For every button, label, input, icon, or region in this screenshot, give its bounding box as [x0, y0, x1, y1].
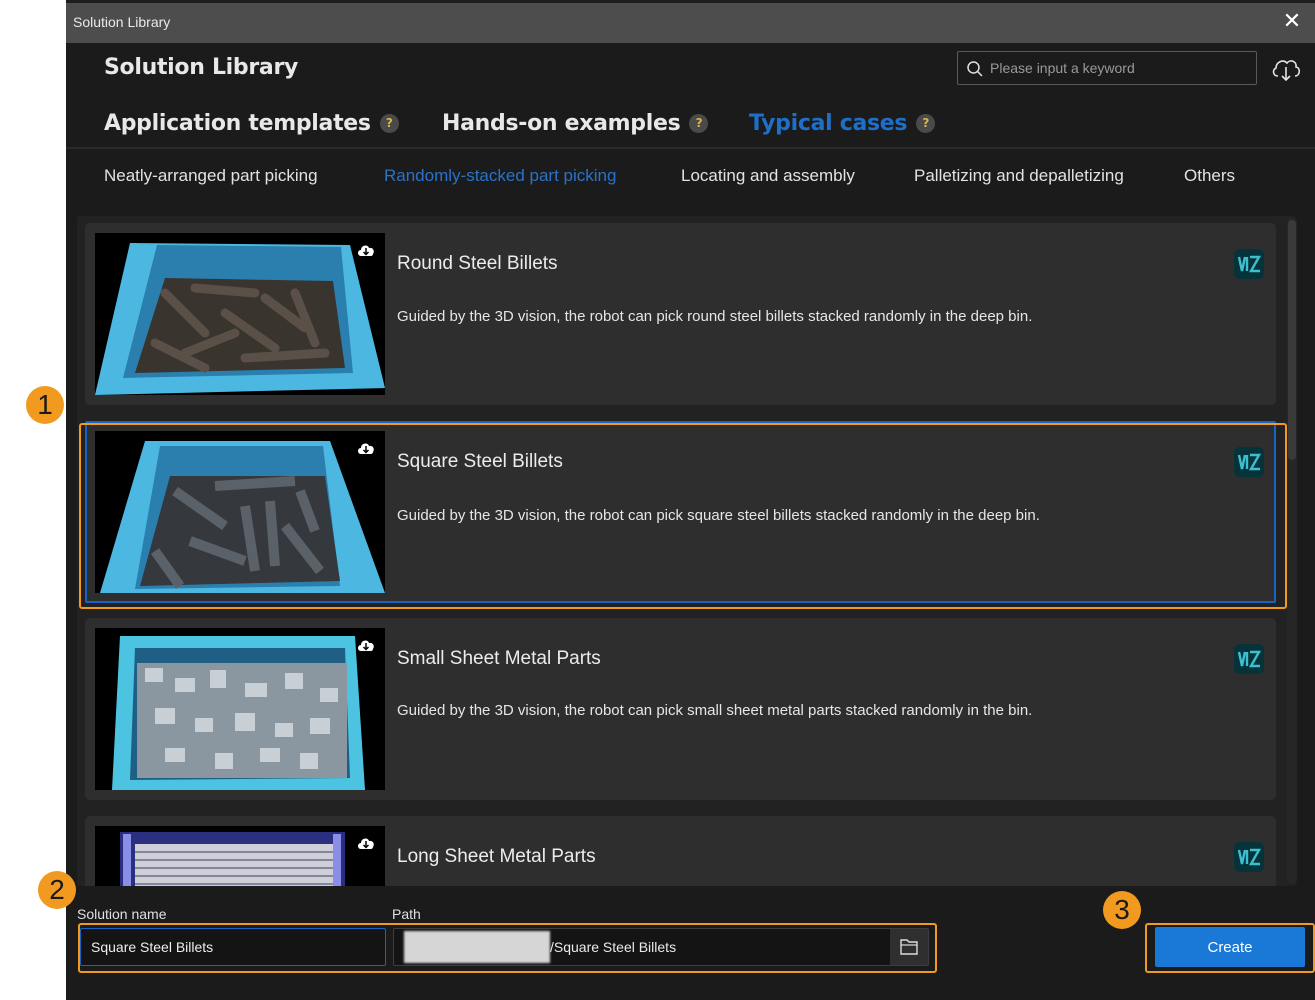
- case-title: Round Steel Billets: [397, 253, 558, 274]
- download-icon[interactable]: [357, 638, 375, 654]
- bin-image: [95, 826, 385, 886]
- divider: [66, 147, 1315, 149]
- subtab-others[interactable]: Others: [1184, 166, 1235, 192]
- case-card-square-steel-billets[interactable]: Square Steel Billets Guided by the 3D vi…: [85, 421, 1276, 603]
- case-thumbnail: [95, 628, 385, 790]
- tab-label: Hands-on examples: [442, 110, 681, 136]
- callout-badge-2: 2: [38, 871, 76, 909]
- case-title: Square Steel Billets: [397, 451, 563, 472]
- case-description: Guided by the 3D vision, the robot can p…: [397, 702, 1033, 719]
- case-card-long-sheet-metal[interactable]: Long Sheet Metal Parts: [85, 816, 1276, 886]
- callout-badge-1: 1: [26, 386, 64, 424]
- download-icon[interactable]: [357, 836, 375, 852]
- subtab-neatly-arranged[interactable]: Neatly-arranged part picking: [104, 166, 384, 192]
- tab-label: Typical cases: [749, 110, 908, 136]
- download-icon[interactable]: [357, 243, 375, 259]
- solution-name-label: Solution name: [77, 906, 167, 922]
- solution-name-input[interactable]: [80, 928, 386, 966]
- search-box[interactable]: [957, 51, 1257, 85]
- redacted-path: [404, 931, 550, 963]
- case-description: Guided by the 3D vision, the robot can p…: [397, 507, 1040, 524]
- search-icon: [967, 61, 983, 77]
- subtab-locating-assembly[interactable]: Locating and assembly: [681, 166, 914, 192]
- callout-badge-3: 3: [1103, 891, 1141, 929]
- viz-badge-icon: [1234, 644, 1264, 674]
- window-title: Solution Library: [73, 14, 171, 30]
- case-thumbnail: [95, 431, 385, 593]
- close-icon[interactable]: ✕: [1279, 9, 1305, 35]
- case-card-small-sheet-metal[interactable]: Small Sheet Metal Parts Guided by the 3D…: [85, 618, 1276, 800]
- page-title: Solution Library: [104, 55, 299, 80]
- folder-icon: [900, 939, 918, 955]
- case-thumbnail: [95, 826, 385, 886]
- search-input[interactable]: [990, 52, 1250, 84]
- tab-label: Application templates: [104, 110, 371, 136]
- create-button[interactable]: Create: [1155, 927, 1305, 967]
- viz-badge-icon: [1234, 842, 1264, 872]
- subtab-palletizing[interactable]: Palletizing and depalletizing: [914, 166, 1184, 192]
- cloud-download-icon[interactable]: [1270, 54, 1302, 84]
- title-bar: Solution Library ✕: [66, 3, 1315, 43]
- case-description: Guided by the 3D vision, the robot can p…: [397, 308, 1033, 325]
- download-icon[interactable]: [357, 441, 375, 457]
- list-scrollbar-thumb[interactable]: [1288, 220, 1296, 460]
- help-icon[interactable]: ?: [916, 113, 936, 133]
- bin-image: [95, 431, 385, 593]
- case-card-round-steel-billets[interactable]: Round Steel Billets Guided by the 3D vis…: [85, 223, 1276, 405]
- path-label: Path: [392, 906, 421, 922]
- viz-badge-icon: [1234, 249, 1264, 279]
- tab-typical-cases[interactable]: Typical cases ?: [749, 106, 936, 140]
- main-tabs: Application templates ? Hands-on example…: [104, 106, 936, 140]
- browse-folder-button[interactable]: [890, 929, 928, 965]
- bin-image: [95, 233, 385, 395]
- path-field[interactable]: /Square Steel Billets: [393, 928, 929, 966]
- path-value: /Square Steel Billets: [550, 939, 677, 955]
- help-icon[interactable]: ?: [379, 113, 399, 133]
- help-icon[interactable]: ?: [689, 113, 709, 133]
- subtab-randomly-stacked[interactable]: Randomly-stacked part picking: [384, 166, 681, 192]
- case-thumbnail: [95, 233, 385, 395]
- case-title: Small Sheet Metal Parts: [397, 648, 601, 669]
- case-title: Long Sheet Metal Parts: [397, 846, 596, 867]
- case-list: Round Steel Billets Guided by the 3D vis…: [77, 216, 1296, 886]
- tab-hands-on-examples[interactable]: Hands-on examples ?: [442, 106, 749, 140]
- viz-badge-icon: [1234, 447, 1264, 477]
- solution-library-dialog: Solution Library ✕ Solution Library Appl…: [66, 0, 1315, 1000]
- tab-application-templates[interactable]: Application templates ?: [104, 106, 442, 140]
- bin-image: [95, 628, 385, 790]
- category-tabs: Neatly-arranged part picking Randomly-st…: [104, 166, 1235, 192]
